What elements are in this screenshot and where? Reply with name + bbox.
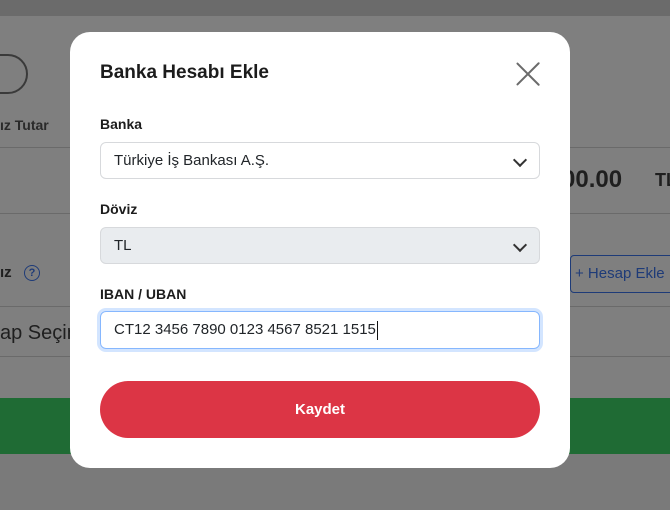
text-caret [376,320,378,340]
bank-select-value: Türkiye İş Bankası A.Ş. [114,152,270,169]
background-add-account-button: + Hesap Ekle [570,255,670,293]
currency-label: Döviz [100,201,138,217]
background-topbar [0,0,670,16]
chevron-down-icon [512,152,528,168]
background-tutar-label: ız Tutar [0,117,49,133]
background-account-select: ap Seçin [0,322,78,344]
iban-input-value: CT12 3456 7890 0123 4567 8521 1515 [114,321,376,338]
iban-input[interactable]: CT12 3456 7890 0123 4567 8521 1515 [100,311,540,349]
modal-title: Banka Hesabı Ekle [100,62,269,83]
currency-select-value: TL [114,237,132,254]
bank-select[interactable]: Türkiye İş Bankası A.Ş. [100,142,540,179]
bank-label: Banka [100,116,143,132]
question-circle-icon: ? [24,265,40,281]
chevron-down-icon [512,237,528,253]
background-section-label: ız [0,264,12,281]
close-icon[interactable] [514,60,542,88]
add-bank-account-modal: Banka Hesabı Ekle Banka Türkiye İş Banka… [70,32,570,468]
currency-select[interactable]: TL [100,227,540,264]
iban-label: IBAN / UBAN [100,286,187,302]
background-currency: TL [655,170,670,190]
background-pill [0,54,28,94]
save-button[interactable]: Kaydet [100,381,540,438]
background-amount: 00.00 [562,166,623,193]
